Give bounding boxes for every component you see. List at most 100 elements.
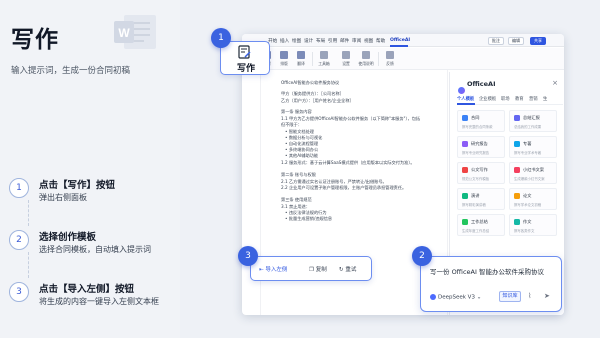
step-desc: 选择合同模板，自动填入提示词 [39, 245, 151, 254]
menu-item[interactable]: 绘图 [292, 38, 301, 44]
word-logo-icon: W [114, 15, 156, 49]
doc-bullet: 其他AI辅助功能 [285, 153, 318, 159]
deepseek-logo-icon [430, 294, 436, 300]
copy-button[interactable]: ❐ 复制 [309, 265, 327, 273]
template-card-speech[interactable]: 演讲 撰写精彩演讲稿 [457, 188, 505, 210]
page-subtitle: 输入提示词，生成一份合同初稿 [11, 66, 131, 76]
template-card-contract[interactable]: 合同 撰写完整的合同条款 [457, 110, 505, 132]
template-card-essay[interactable]: 作文 撰写各类作文 [509, 214, 557, 236]
active-tab-indicator [390, 45, 408, 47]
chevron-down-icon: ⌄ [476, 294, 482, 301]
step-title: 点击【写作】按钮 [39, 180, 116, 191]
monograph-icon [514, 141, 520, 147]
template-card-official-doc[interactable]: 公文写作 规范公文写作模板 [457, 162, 505, 184]
menu-item[interactable]: 布局 [316, 38, 325, 44]
ribbon-layout-button[interactable]: 排版 [276, 51, 292, 67]
comment-button[interactable]: 批注 [488, 37, 504, 45]
toolbox-icon [320, 51, 328, 59]
step-2: 2 选择创作模板 选择合同模板，自动填入提示词 [9, 226, 179, 260]
result-actions-callout: ⇤ 导入左侧 ❐ 复制 ↻ 重试 [250, 256, 372, 281]
import-left-button[interactable]: ⇤ 导入左侧 [259, 265, 287, 273]
feedback-icon [386, 51, 394, 59]
work-summary-icon [462, 219, 468, 225]
layout-icon [280, 51, 288, 59]
ribbon-toolbox-button[interactable]: 工具箱 [316, 51, 332, 67]
ribbon-toolbar: 写作 校对 排版 翻译 工具箱 设置 使用说明 反馈 [242, 48, 564, 70]
edit-button[interactable]: 编辑 [508, 37, 524, 45]
template-tabs: 个人模板 企业模板 职场 教育 营销 生 [457, 96, 563, 105]
menu-item[interactable]: 设计 [304, 38, 313, 44]
step-number: 2 [9, 230, 29, 250]
step-desc: 弹出右侧面板 [39, 193, 87, 202]
tab-life[interactable]: 生 [543, 96, 547, 102]
step-title: 点击【导入左侧】按钮 [39, 284, 135, 295]
speech-icon [462, 193, 468, 199]
xhs-icon [514, 167, 520, 173]
step-1: 1 点击【写作】按钮 弹出右侧面板 [9, 174, 179, 208]
doc-line: 乙方（用户方）：［用户姓名/企业全称］ [281, 98, 354, 103]
essay-icon [514, 219, 520, 225]
menu-item[interactable]: 帮助 [376, 38, 385, 44]
menu-item[interactable]: 插入 [280, 38, 289, 44]
template-card-thesis[interactable]: 论文 撰写学术论文初稿 [509, 188, 557, 210]
ribbon-settings-button[interactable]: 设置 [338, 51, 354, 67]
translate-icon [297, 51, 305, 59]
template-card-research[interactable]: 研究报告 撰写专业研究报告 [457, 136, 505, 158]
paperclip-icon[interactable]: ⌇ [528, 292, 531, 300]
step-desc: 将生成的内容一键导入左侧文本框 [39, 297, 159, 306]
step-badge-1: 1 [211, 28, 231, 48]
write-button-callout[interactable]: 写作 [220, 41, 270, 75]
step-badge-3: 3 [238, 246, 258, 266]
contract-icon [462, 115, 468, 121]
gear-icon [342, 51, 350, 59]
menu-item[interactable]: 审阅 [352, 38, 361, 44]
thesis-icon [514, 193, 520, 199]
template-card-monograph[interactable]: 专著 撰写专业学术专著 [509, 136, 557, 158]
doc-line: 1.2 服务形式：基于云计算SaaS模式提供（应用版本以实际交付为准）。 [281, 160, 415, 165]
step-number: 3 [9, 282, 29, 302]
send-icon[interactable]: ➤ [544, 292, 550, 300]
prompt-input[interactable]: 写一份 OfficeAI 智能办公软件采购协议 [430, 266, 544, 276]
menu-item[interactable]: 视图 [364, 38, 373, 44]
template-card-report[interactable]: 总结汇报 总结我的工作成果 [509, 110, 557, 132]
ribbon-feedback-button[interactable]: 反馈 [382, 51, 398, 67]
page-title: 写作 [11, 27, 59, 53]
active-tab-indicator [457, 103, 475, 105]
doc-bullet: 批量生成营销/违规信息 [285, 216, 332, 222]
svg-text:W: W [118, 26, 130, 40]
tab-enterprise[interactable]: 企业模板 [479, 96, 496, 102]
doc-line: 第一条 服务内容 [281, 109, 312, 114]
menu-item-officeai[interactable]: OfficeAI [390, 38, 410, 43]
step-title: 选择创作模板 [39, 232, 97, 243]
step-number: 1 [9, 178, 29, 198]
close-icon[interactable]: × [552, 79, 558, 87]
knowledge-base-button[interactable]: 知识库 [499, 291, 521, 302]
ribbon-separator [378, 52, 379, 66]
share-button[interactable]: 共享 [530, 37, 546, 45]
ribbon-translate-button[interactable]: 翻译 [293, 51, 309, 67]
template-card-work-summary[interactable]: 工作总结 生成年度工作总结 [457, 214, 505, 236]
model-selector[interactable]: DeepSeek V3 ⌄ [430, 294, 481, 301]
officeai-logo-icon [458, 87, 465, 94]
step-badge-2: 2 [412, 246, 432, 266]
tab-marketing[interactable]: 营销 [529, 96, 538, 102]
ribbon-help-button[interactable]: 使用说明 [358, 51, 374, 67]
help-icon [362, 51, 370, 59]
doc-line: 甲方（服务提供方）：［公司名称］ [281, 91, 344, 96]
report-icon [514, 115, 520, 121]
ribbon-separator [312, 52, 313, 66]
retry-button[interactable]: ↻ 重试 [339, 265, 356, 273]
menu-bar: 开始 插入 绘图 设计 布局 引用 邮件 审阅 视图 帮助 OfficeAI 批… [242, 34, 564, 47]
menu-item[interactable]: 邮件 [340, 38, 349, 44]
step-3: 3 点击【导入左侧】按钮 将生成的内容一键导入左侧文本框 [9, 278, 179, 312]
menu-item[interactable]: 引用 [328, 38, 337, 44]
left-panel: 写作 W 输入提示词，生成一份合同初稿 1 点击【写作】按钮 弹出右侧面板 2 … [0, 0, 180, 338]
tab-workplace[interactable]: 职场 [501, 96, 510, 102]
official-doc-icon [462, 167, 468, 173]
tab-personal[interactable]: 个人模板 [457, 96, 474, 102]
write-button-label: 写作 [236, 64, 255, 74]
doc-line: 第三条 使用规范 [281, 197, 312, 202]
template-card-xhs[interactable]: 小红书文案 生成爆款小红书文案 [509, 162, 557, 184]
tab-education[interactable]: 教育 [515, 96, 524, 102]
prompt-input-box[interactable]: 写一份 OfficeAI 智能办公软件采购协议 DeepSeek V3 ⌄ 知识… [420, 256, 562, 312]
